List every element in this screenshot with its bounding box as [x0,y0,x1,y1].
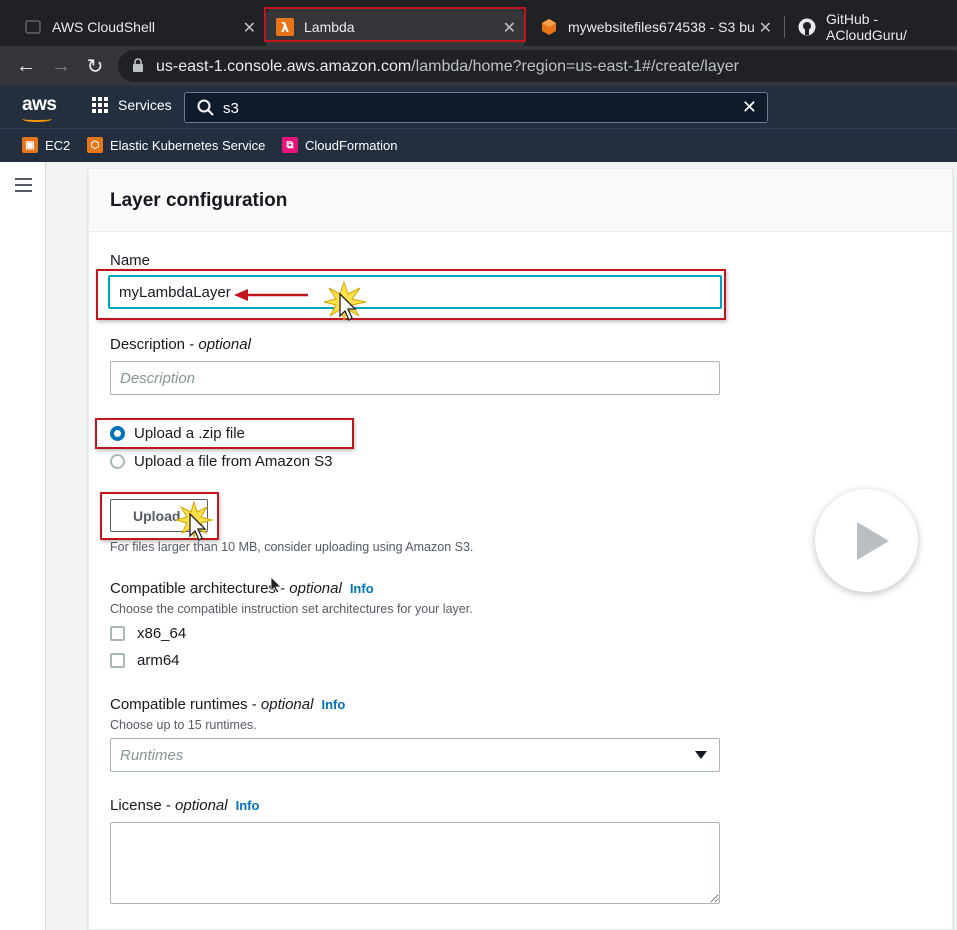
lock-icon [132,58,144,78]
service-search[interactable]: ✕ [184,92,768,123]
video-play-button[interactable] [815,489,918,592]
radio-upload-s3[interactable]: Upload a file from Amazon S3 [110,453,332,470]
architectures-label: Compatible architectures - optional Info [110,580,374,597]
aws-console-header: aws Services ✕ [0,86,957,128]
services-label: Services [118,97,172,113]
favorite-label: CloudFormation [305,137,398,153]
description-label: Description - optional [110,336,251,353]
close-icon[interactable]: ✕ [759,18,772,38]
tab-s3-bucket[interactable]: mywebsitefiles674538 - S3 bu ✕ [530,8,780,46]
tab-title: AWS CloudShell [52,19,155,35]
ec2-icon: ▣ [22,137,38,153]
favorite-label: EC2 [45,137,71,153]
click-spark-icon [174,500,214,541]
radio-label: Upload a file from Amazon S3 [134,453,333,470]
mouse-pointer-icon [270,576,282,594]
checkbox-x86-64[interactable]: x86_64 [110,625,186,642]
cloudshell-icon [24,18,42,36]
search-icon [197,99,214,121]
upload-hint: For files larger than 10 MB, consider up… [110,540,474,554]
tab-title: mywebsitefiles674538 - S3 bu [568,19,755,35]
runtimes-select[interactable]: Runtimes [110,738,720,772]
aws-logo[interactable]: aws [22,94,57,116]
cloudformation-icon: ⧉ [282,137,298,153]
architectures-hint: Choose the compatible instruction set ar… [110,602,473,616]
checkbox-label: arm64 [137,652,180,669]
services-menu-button[interactable]: Services [92,97,172,113]
browser-tab-strip: AWS CloudShell ✕ λ Lambda ✕ mywebsitefil… [0,0,957,46]
favorite-label: Elastic Kubernetes Service [110,137,266,153]
license-textarea[interactable] [110,822,720,904]
annotation-arrow-icon [234,289,308,301]
annotation-highlight [95,418,354,449]
hamburger-menu-icon[interactable] [15,178,32,196]
eks-icon: ⬡ [87,137,103,153]
back-arrow-icon[interactable]: ← [14,54,38,78]
url-field[interactable]: us-east-1.console.aws.amazon.com/lambda/… [118,50,957,82]
browser-address-bar: ← → ↻ us-east-1.console.aws.amazon.com/l… [0,46,957,86]
checkbox[interactable] [110,653,125,668]
github-icon [798,18,816,36]
checkbox[interactable] [110,626,125,641]
runtimes-hint: Choose up to 15 runtimes. [110,718,257,732]
tab-title: GitHub - ACloudGuru/ [826,11,907,43]
checkbox-arm64[interactable]: arm64 [110,652,180,669]
aws-smile-icon [22,116,52,122]
favorite-ec2[interactable]: ▣ EC2 [22,137,70,153]
play-icon [857,522,889,560]
favorites-bar: ▣ EC2 ⬡ Elastic Kubernetes Service ⧉ Clo… [0,128,957,162]
annotation-highlight [264,7,526,42]
info-link[interactable]: Info [236,798,260,813]
grid-icon [92,97,108,113]
clear-search-icon[interactable]: ✕ [742,97,757,118]
s3-icon [540,18,558,36]
description-input[interactable] [110,361,720,395]
license-label: License - optional Info [110,797,260,814]
runtimes-label: Compatible runtimes - optional Info [110,696,346,713]
click-spark-icon [323,280,367,322]
info-link[interactable]: Info [350,581,374,596]
name-label: Name [110,252,151,269]
tab-github[interactable]: GitHub - ACloudGuru/ [788,8,957,46]
annotation-highlight [96,269,726,320]
reload-icon[interactable]: ↻ [83,54,107,78]
tab-separator [784,16,785,38]
info-link[interactable]: Info [321,697,345,712]
caret-down-icon [695,751,707,759]
side-navigation [0,162,46,930]
radio-button[interactable] [110,454,125,469]
favorite-eks[interactable]: ⬡ Elastic Kubernetes Service [87,137,265,153]
page-title: Layer configuration [110,190,288,211]
search-input[interactable] [223,97,723,119]
select-placeholder: Runtimes [120,747,184,764]
checkbox-label: x86_64 [137,625,187,642]
tab-aws-cloudshell[interactable]: AWS CloudShell ✕ [14,8,264,46]
close-icon[interactable]: ✕ [243,18,256,38]
url-text: us-east-1.console.aws.amazon.com/lambda/… [156,58,739,75]
forward-arrow-icon[interactable]: → [49,54,73,78]
favorite-cloudformation[interactable]: ⧉ CloudFormation [282,137,398,153]
